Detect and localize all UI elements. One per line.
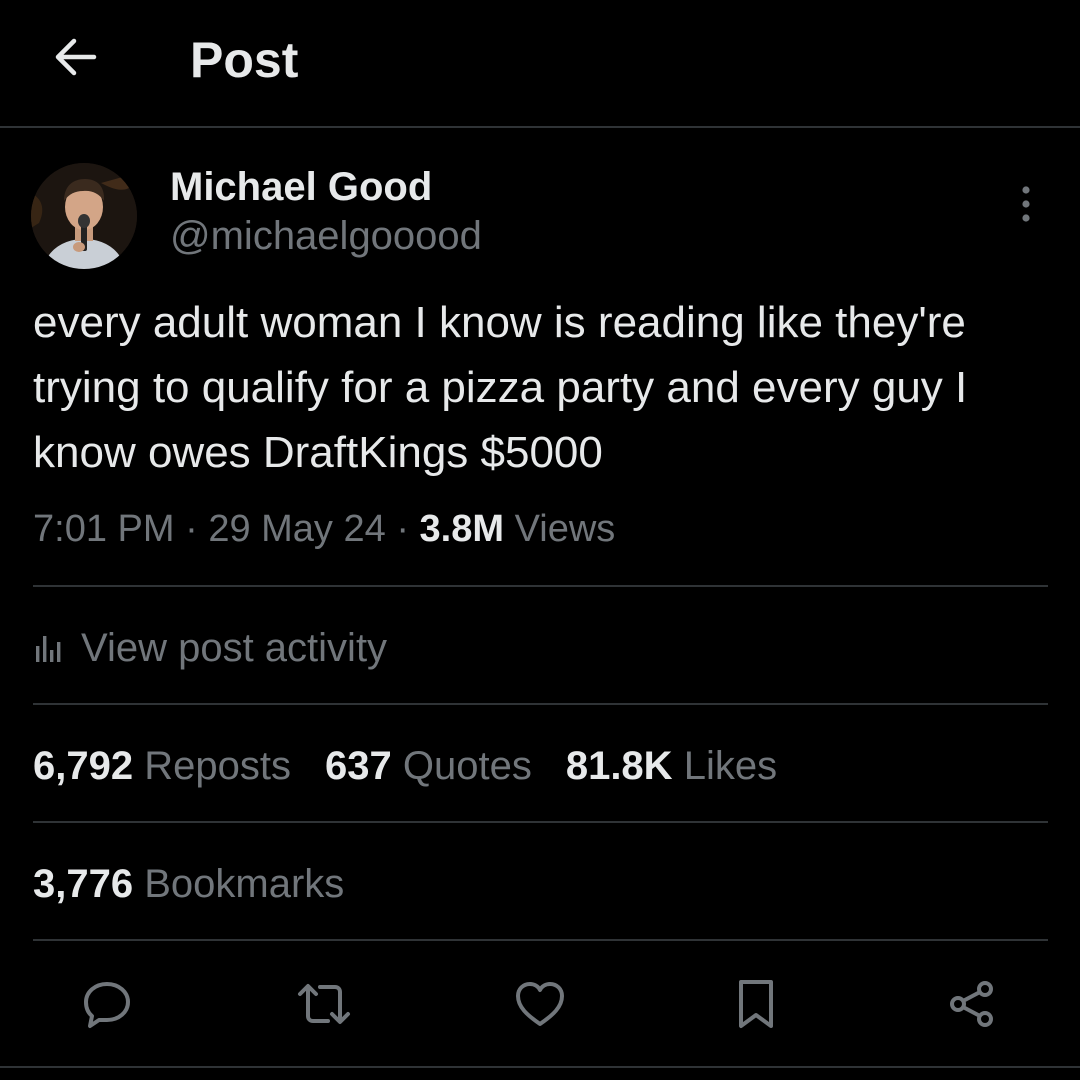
- divider: [0, 1066, 1080, 1068]
- likes-count: 81.8K: [565, 744, 673, 788]
- likes-stat[interactable]: 81.8K Likes: [566, 742, 777, 790]
- reply-icon: [84, 982, 130, 1028]
- meta-separator: ·: [185, 508, 209, 550]
- page-title: Post: [190, 32, 299, 88]
- engagement-stats: 6,792 Reposts 637 Quotes 81.8K Likes: [33, 742, 811, 790]
- views-count: 3.8M: [419, 508, 505, 550]
- reply-button[interactable]: [77, 972, 137, 1036]
- share-icon: [950, 981, 993, 1027]
- post-meta: 7:01 PM · 29 May 24 · 3.8M Views: [33, 506, 615, 552]
- activity-label: View post activity: [81, 625, 388, 670]
- reposts-count: 6,792: [33, 744, 134, 788]
- likes-label: Likes: [683, 744, 778, 788]
- post-text: every adult woman I know is reading like…: [33, 298, 968, 477]
- post-time: 7:01 PM: [33, 508, 175, 550]
- view-post-activity-link[interactable]: View post activity: [33, 622, 387, 674]
- meta-separator: ·: [396, 508, 420, 550]
- divider: [33, 703, 1048, 705]
- divider: [33, 585, 1048, 587]
- back-button[interactable]: [48, 30, 102, 84]
- bookmarks-stat[interactable]: 3,776 Bookmarks: [33, 860, 344, 908]
- post-date: 29 May 24: [208, 508, 386, 550]
- avatar-photo: [31, 163, 137, 269]
- quotes-count: 637: [324, 744, 392, 788]
- repost-icon: [298, 984, 350, 1024]
- bookmark-button[interactable]: [726, 972, 786, 1036]
- top-app-bar: Post: [0, 0, 1080, 128]
- bookmarks-label: Bookmarks: [144, 862, 345, 906]
- divider: [33, 939, 1048, 941]
- divider: [33, 821, 1048, 823]
- action-bar: [0, 972, 1080, 1042]
- repost-button[interactable]: [294, 972, 354, 1036]
- quotes-label: Quotes: [402, 744, 532, 788]
- bookmarks-count: 3,776: [33, 862, 134, 906]
- author-handle[interactable]: @michaelgooood: [170, 213, 482, 259]
- arrow-left-icon: [55, 38, 97, 76]
- more-options-button[interactable]: [1006, 182, 1046, 226]
- author-name[interactable]: Michael Good: [170, 164, 432, 210]
- share-button[interactable]: [942, 972, 1002, 1036]
- quotes-stat[interactable]: 637 Quotes: [325, 742, 532, 790]
- like-button[interactable]: [510, 972, 570, 1036]
- bar-chart-icon: [33, 632, 65, 664]
- reposts-stat[interactable]: 6,792 Reposts: [33, 742, 291, 790]
- bookmark-icon: [739, 980, 773, 1028]
- views-label: Views: [514, 508, 616, 550]
- avatar[interactable]: [31, 163, 137, 269]
- reposts-label: Reposts: [144, 744, 291, 788]
- more-vertical-icon: [1022, 186, 1030, 222]
- like-icon: [516, 982, 564, 1026]
